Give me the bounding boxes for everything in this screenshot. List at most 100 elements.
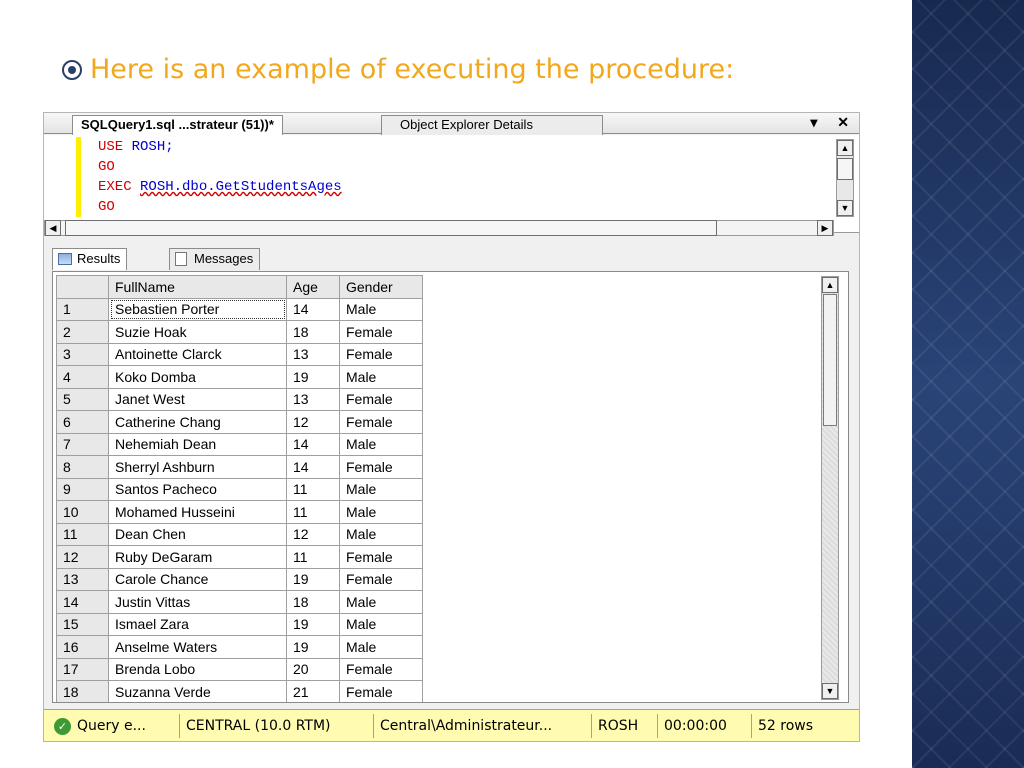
cell-fullname[interactable]: Ismael Zara (108, 612, 287, 636)
cell-gender[interactable]: Male (339, 522, 423, 546)
row-number[interactable]: 3 (56, 342, 109, 366)
scroll-thumb[interactable] (65, 220, 717, 236)
row-number[interactable]: 16 (56, 635, 109, 659)
row-number[interactable]: 7 (56, 432, 109, 456)
row-number[interactable]: 18 (56, 680, 109, 702)
table-row[interactable]: 18 Suzanna Verde 21 Female (56, 680, 423, 702)
table-row[interactable]: 16 Anselme Waters 19 Male (56, 635, 423, 659)
cell-gender[interactable]: Female (339, 567, 423, 591)
row-number[interactable]: 15 (56, 612, 109, 636)
table-row[interactable]: 8 Sherryl Ashburn 14 Female (56, 455, 423, 479)
tab-sqlquery1[interactable]: SQLQuery1.sql ...strateur (51))* (72, 115, 283, 136)
row-number[interactable]: 12 (56, 545, 109, 569)
table-row[interactable]: 12 Ruby DeGaram 11 Female (56, 545, 423, 569)
row-number[interactable]: 1 (56, 297, 109, 321)
cell-gender[interactable]: Male (339, 590, 423, 614)
cell-fullname[interactable]: Catherine Chang (108, 410, 287, 434)
cell-fullname[interactable]: Sherryl Ashburn (108, 455, 287, 479)
scroll-thumb[interactable] (823, 294, 837, 426)
scroll-left-arrow-icon[interactable]: ◀ (45, 220, 61, 236)
cell-fullname[interactable]: Anselme Waters (108, 635, 287, 659)
cell-gender[interactable]: Male (339, 612, 423, 636)
cell-gender[interactable]: Male (339, 365, 423, 389)
cell-age[interactable]: 20 (286, 657, 340, 681)
column-header-fullname[interactable]: FullName (108, 275, 287, 299)
cell-age[interactable]: 21 (286, 680, 340, 702)
row-number[interactable]: 2 (56, 320, 109, 344)
cell-age[interactable]: 13 (286, 342, 340, 366)
cell-age[interactable]: 18 (286, 590, 340, 614)
cell-gender[interactable]: Male (339, 500, 423, 524)
cell-fullname[interactable]: Justin Vittas (108, 590, 287, 614)
cell-gender[interactable]: Female (339, 545, 423, 569)
scroll-right-arrow-icon[interactable]: ▶ (817, 220, 833, 236)
cell-gender[interactable]: Female (339, 455, 423, 479)
table-row[interactable]: 9 Santos Pacheco 11 Male (56, 477, 423, 501)
cell-age[interactable]: 19 (286, 365, 340, 389)
cell-gender[interactable]: Female (339, 387, 423, 411)
table-row[interactable]: 13 Carole Chance 19 Female (56, 567, 423, 591)
cell-gender[interactable]: Male (339, 297, 423, 321)
editor-horizontal-scrollbar[interactable]: ◀ ▶ (44, 220, 834, 236)
cell-fullname[interactable]: Santos Pacheco (108, 477, 287, 501)
table-row[interactable]: 6 Catherine Chang 12 Female (56, 410, 423, 434)
results-grid[interactable]: FullName Age Gender 1 Sebastien Porter 14 M… (52, 271, 849, 703)
scroll-down-arrow-icon[interactable]: ▼ (822, 683, 838, 699)
cell-fullname[interactable]: Nehemiah Dean (108, 432, 287, 456)
cell-age[interactable]: 14 (286, 455, 340, 479)
table-row[interactable]: 5 Janet West 13 Female (56, 387, 423, 411)
row-number[interactable]: 11 (56, 522, 109, 546)
cell-gender[interactable]: Male (339, 635, 423, 659)
grid-vertical-scrollbar[interactable]: ▲ ▼ (821, 276, 839, 700)
chevron-down-icon[interactable]: ▾ (810, 114, 817, 130)
row-number[interactable]: 17 (56, 657, 109, 681)
cell-gender[interactable]: Female (339, 657, 423, 681)
table-row[interactable]: 11 Dean Chen 12 Male (56, 522, 423, 546)
table-row[interactable]: 15 Ismael Zara 19 Male (56, 612, 423, 636)
cell-fullname[interactable]: Brenda Lobo (108, 657, 287, 681)
cell-fullname[interactable]: Suzanna Verde (108, 680, 287, 702)
scroll-up-arrow-icon[interactable]: ▲ (837, 140, 853, 156)
cell-fullname[interactable]: Carole Chance (108, 567, 287, 591)
row-number[interactable]: 4 (56, 365, 109, 389)
cell-gender[interactable]: Male (339, 477, 423, 501)
close-icon[interactable]: ✕ (837, 114, 849, 130)
cell-age[interactable]: 14 (286, 432, 340, 456)
cell-age[interactable]: 12 (286, 410, 340, 434)
cell-age[interactable]: 11 (286, 477, 340, 501)
cell-age[interactable]: 12 (286, 522, 340, 546)
scroll-up-arrow-icon[interactable]: ▲ (822, 277, 838, 293)
cell-age[interactable]: 14 (286, 297, 340, 321)
table-row[interactable]: 17 Brenda Lobo 20 Female (56, 657, 423, 681)
query-editor[interactable]: USE ROSH; GO EXEC ROSH.dbo.GetStudentsAg… (44, 135, 859, 236)
column-header-gender[interactable]: Gender (339, 275, 423, 299)
row-number[interactable]: 10 (56, 500, 109, 524)
cell-gender[interactable]: Male (339, 432, 423, 456)
cell-gender[interactable]: Female (339, 410, 423, 434)
cell-age[interactable]: 18 (286, 320, 340, 344)
row-number[interactable]: 9 (56, 477, 109, 501)
cell-fullname[interactable]: Ruby DeGaram (108, 545, 287, 569)
cell-age[interactable]: 19 (286, 567, 340, 591)
cell-fullname[interactable]: Dean Chen (108, 522, 287, 546)
tab-results[interactable]: Results (52, 248, 128, 270)
tab-messages[interactable]: Messages (169, 248, 261, 270)
cell-age[interactable]: 13 (286, 387, 340, 411)
column-header-age[interactable]: Age (286, 275, 340, 299)
cell-gender[interactable]: Female (339, 320, 423, 344)
row-number[interactable]: 14 (56, 590, 109, 614)
cell-age[interactable]: 19 (286, 612, 340, 636)
cell-fullname[interactable]: Suzie Hoak (108, 320, 287, 344)
table-row[interactable]: 2 Suzie Hoak 18 Female (56, 320, 423, 344)
cell-age[interactable]: 19 (286, 635, 340, 659)
cell-fullname[interactable]: Janet West (108, 387, 287, 411)
tab-object-explorer-details[interactable]: Object Explorer Details (381, 115, 603, 135)
scroll-down-arrow-icon[interactable]: ▼ (837, 200, 853, 216)
cell-fullname[interactable]: Sebastien Porter (108, 297, 287, 321)
table-row[interactable]: 14 Justin Vittas 18 Male (56, 590, 423, 614)
row-number[interactable]: 6 (56, 410, 109, 434)
table-row[interactable]: 7 Nehemiah Dean 14 Male (56, 432, 423, 456)
table-row[interactable]: 4 Koko Domba 19 Male (56, 365, 423, 389)
corner-cell[interactable] (56, 275, 109, 299)
cell-age[interactable]: 11 (286, 500, 340, 524)
